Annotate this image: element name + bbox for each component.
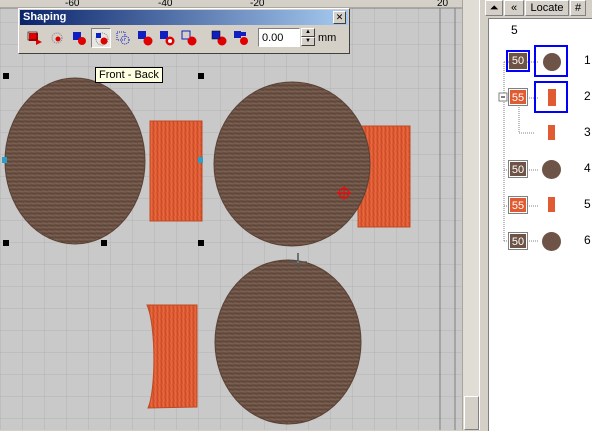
bar-thumb-icon xyxy=(548,89,556,106)
list-item[interactable]: 50 4 xyxy=(489,153,592,183)
brown-circle-3[interactable] xyxy=(214,259,362,425)
object-thumbnail[interactable] xyxy=(534,153,568,185)
design-canvas[interactable]: -60 -40 -20 20 xyxy=(0,0,462,430)
unit-label: mm xyxy=(318,32,337,44)
color-swatch[interactable]: 55 xyxy=(508,88,528,106)
list-item[interactable]: 55 2 xyxy=(489,81,592,113)
row-number: 3 xyxy=(584,125,591,139)
object-thumbnail[interactable] xyxy=(534,225,568,257)
object-thumbnail[interactable] xyxy=(534,81,568,113)
locate-button[interactable]: Locate xyxy=(525,0,569,16)
number-button[interactable]: # xyxy=(570,0,586,16)
back-to-front-icon[interactable] xyxy=(47,28,67,48)
back-minus-front-icon[interactable] xyxy=(157,28,177,48)
sequence-panel: ⏶ « Locate # 5 50 1 55 2 3 50 4 55 5 50 … xyxy=(485,0,592,431)
row-number: 5 xyxy=(584,197,591,211)
spin-up-icon[interactable]: ▲ xyxy=(301,28,315,37)
color-swatch[interactable]: 50 xyxy=(508,160,528,178)
list-item[interactable]: 50 6 xyxy=(489,225,592,255)
row-number: 1 xyxy=(584,53,591,67)
combine-icon[interactable] xyxy=(209,28,229,48)
shaping-toolbar[interactable]: Shaping ✕ ▲ ▼ mm xyxy=(18,8,350,54)
circle-thumb-icon xyxy=(542,160,561,179)
spin-down-icon[interactable]: ▼ xyxy=(301,37,315,46)
list-item[interactable]: 55 5 xyxy=(489,189,592,219)
row-number: 6 xyxy=(584,233,591,247)
brown-circle-2[interactable] xyxy=(213,81,371,247)
offset-value-input[interactable] xyxy=(258,28,300,47)
move-front-icon[interactable] xyxy=(69,28,89,48)
canvas-drawing[interactable] xyxy=(0,0,462,430)
orange-bar-1[interactable] xyxy=(149,120,203,222)
row-number: 2 xyxy=(584,89,591,103)
ruler-label: 20 xyxy=(437,0,449,9)
collapse-button[interactable]: « xyxy=(504,0,524,16)
circle-thumb-icon xyxy=(543,53,561,71)
front-back-icon[interactable] xyxy=(91,28,111,48)
shaping-title[interactable]: Shaping xyxy=(20,10,348,25)
color-swatch[interactable]: 55 xyxy=(508,196,528,214)
panel-toolbar: ⏶ « Locate # xyxy=(485,0,592,16)
front-to-back-icon[interactable] xyxy=(25,28,45,48)
scrollbar-thumb[interactable] xyxy=(464,396,479,430)
tooltip: Front - Back xyxy=(95,67,163,83)
bar-thumb-icon xyxy=(548,125,555,140)
offset-spinner[interactable]: ▲ ▼ xyxy=(301,28,315,47)
object-thumbnail[interactable] xyxy=(534,189,568,221)
row-number: 4 xyxy=(584,161,591,175)
list-item[interactable]: 3 xyxy=(489,117,592,147)
object-list[interactable]: 5 50 1 55 2 3 50 4 55 5 50 6 xyxy=(488,18,592,431)
brown-circle-1[interactable] xyxy=(4,77,146,245)
intersect-icon[interactable] xyxy=(179,28,199,48)
vertical-scrollbar[interactable] xyxy=(462,0,479,430)
bar-thumb-icon xyxy=(548,197,555,212)
break-apart-icon[interactable] xyxy=(231,28,251,48)
move-up-button[interactable]: ⏶ xyxy=(485,0,503,16)
orange-bar-3[interactable] xyxy=(146,304,198,409)
circle-thumb-icon xyxy=(542,232,561,251)
object-thumbnail[interactable] xyxy=(534,117,568,149)
color-swatch[interactable]: 50 xyxy=(506,50,530,72)
front-minus-back-icon[interactable] xyxy=(135,28,155,48)
list-item[interactable]: 50 1 xyxy=(489,45,592,77)
back-icon[interactable] xyxy=(113,28,133,48)
close-icon[interactable]: ✕ xyxy=(333,11,346,24)
object-thumbnail[interactable] xyxy=(534,45,568,77)
color-swatch[interactable]: 50 xyxy=(508,232,528,250)
